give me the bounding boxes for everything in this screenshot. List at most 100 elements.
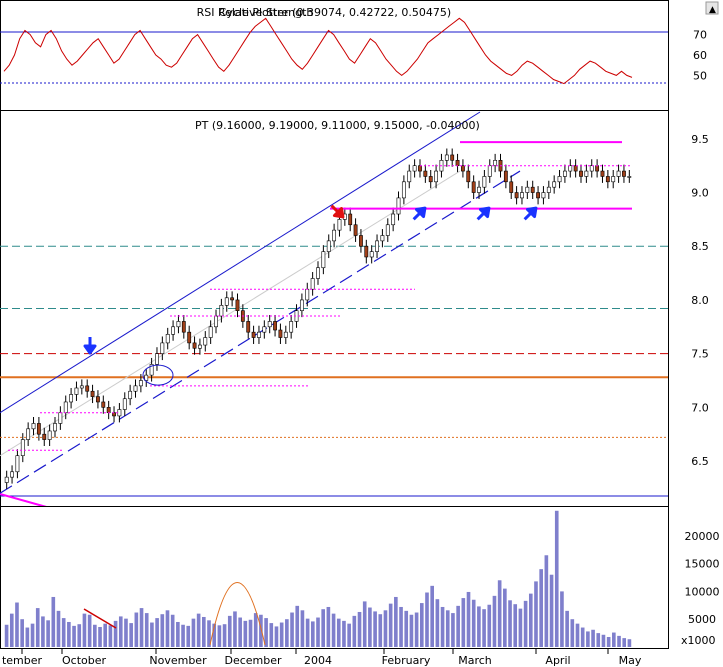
volume-bar [570, 619, 575, 647]
candle-body [450, 154, 455, 161]
candle-body [493, 160, 498, 166]
volume-bar [129, 623, 133, 647]
candle-body [471, 181, 476, 193]
candle-body [503, 170, 508, 183]
candle-body [407, 170, 412, 183]
candle-body [42, 433, 47, 440]
candle-body [557, 176, 562, 183]
x-tick-label: November [149, 654, 207, 667]
volume-bar [248, 619, 253, 647]
candle-body [391, 213, 396, 226]
candle-body [568, 165, 573, 172]
candle-body [278, 329, 283, 338]
volume-bar [98, 626, 102, 647]
candle-body [627, 176, 632, 178]
volume-bar [534, 581, 538, 647]
rsi-title: Cycle Plotter (0.39074, 0.42722, 0.50475… [219, 6, 451, 19]
candle-body [401, 181, 406, 199]
rsi-tick-label: 50 [693, 69, 707, 82]
volume-bar [165, 610, 170, 647]
volume-bar [56, 610, 61, 647]
volume-bar [233, 611, 237, 647]
price-tick-label: 7.5 [691, 348, 709, 361]
volume-bar [103, 623, 108, 647]
volume-bar [497, 580, 502, 647]
candle-body [418, 165, 422, 172]
volume-tick-label: 10000 [685, 585, 720, 598]
candle-body [310, 278, 315, 290]
candle-body [461, 165, 465, 172]
volume-bar [575, 623, 580, 647]
candle-body [364, 245, 369, 258]
stock-chart: 706050 RSI Relative Strength Cycle Plott… [0, 0, 723, 667]
candle-body [251, 331, 256, 338]
candle-body [359, 235, 363, 247]
x-tick-label: April [545, 654, 570, 667]
volume-bar [316, 617, 320, 647]
price-tick-label: 9.0 [691, 187, 709, 200]
volume-bar [378, 614, 383, 647]
volume-bar [181, 624, 185, 647]
volume-bar [196, 613, 201, 647]
candle-body [138, 380, 143, 387]
volume-bar [253, 613, 258, 647]
up-arrow-icon[interactable]: ▲ [709, 5, 716, 15]
candle-body [622, 170, 626, 177]
candle-body [47, 430, 52, 440]
volume-bar [528, 593, 533, 647]
volume-bar [352, 615, 357, 647]
volume-bar [285, 619, 289, 647]
candle-body [214, 315, 218, 328]
price-panel: 9.5 9.0 8.5 8.0 7.5 7.0 6.5 PT (9.16000, 9.190… [0, 110, 709, 509]
candle-body [477, 186, 481, 193]
candle-body [246, 321, 251, 333]
candle-body [412, 165, 417, 172]
volume-bar [549, 574, 554, 647]
candle-body [176, 321, 181, 328]
volume-bar [627, 639, 632, 647]
volume-bar [601, 634, 606, 647]
candle-body [36, 423, 41, 435]
candle-body [552, 181, 557, 188]
volume-bar [108, 625, 113, 647]
candle-body [96, 396, 100, 403]
volume-bar [456, 605, 460, 647]
volume-bar [435, 599, 440, 647]
candle-body [444, 154, 449, 161]
volume-bar [513, 604, 518, 647]
volume-bar [565, 610, 569, 647]
x-tick-label: October [62, 654, 106, 667]
volume-bar [596, 633, 601, 647]
candle-body [353, 224, 358, 236]
volume-bar [186, 625, 191, 647]
price-tick-label: 6.5 [691, 455, 709, 468]
candle-body [133, 385, 138, 392]
candle-body [536, 192, 540, 199]
volume-bar [482, 609, 486, 647]
candle-body [434, 170, 438, 183]
candle-body [299, 299, 304, 311]
volume-bar [35, 608, 40, 647]
candle-body [10, 471, 14, 478]
volume-bar [295, 605, 300, 647]
volume-bar [622, 638, 627, 647]
volume-bar [342, 620, 346, 647]
volume-bar [440, 606, 445, 647]
volume-bar [176, 621, 180, 647]
candle-body [26, 428, 31, 440]
price-tick-label: 9.5 [691, 133, 709, 146]
x-tick-label: February [382, 654, 431, 667]
volume-bar [591, 629, 595, 647]
candle-body [283, 331, 288, 338]
candle-body [58, 412, 63, 424]
panel-scroll-controls[interactable]: ▲ [705, 1, 719, 15]
rsi-tick-label: 60 [693, 49, 707, 62]
volume-bar [326, 606, 331, 647]
volume-bar [15, 602, 19, 647]
volume-bar [41, 616, 45, 647]
candle-body [273, 321, 277, 331]
volume-bar [560, 591, 564, 647]
candle-body [4, 476, 9, 483]
candle-body [616, 170, 621, 177]
candle-body [482, 176, 487, 188]
